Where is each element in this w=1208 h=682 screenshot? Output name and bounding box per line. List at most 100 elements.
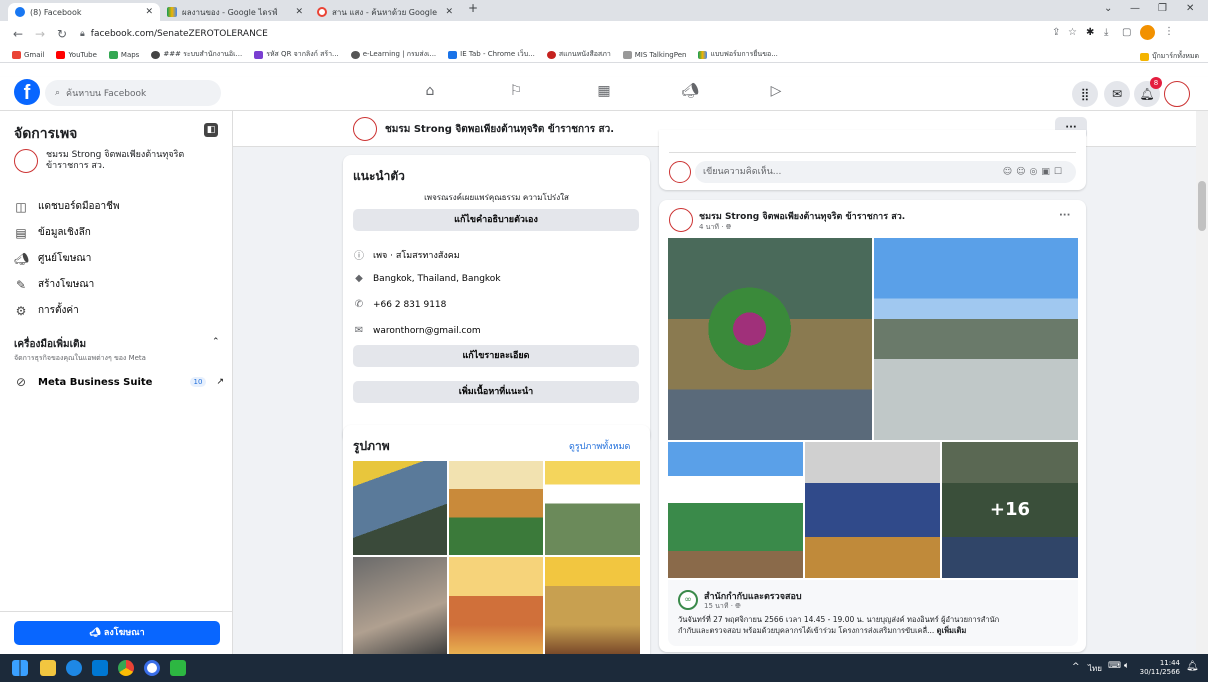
post-more-icon[interactable]: ···	[1059, 210, 1070, 221]
share-icon[interactable]: ⇪	[1052, 27, 1060, 38]
shared-author-avatar: ∞	[678, 590, 698, 610]
sidebar-item-insights[interactable]: ▤ ข้อมูลเชิงลึก	[14, 225, 91, 240]
maximize-icon[interactable]: ❐	[1158, 3, 1167, 14]
shared-time[interactable]: 15 นาที · 🌐︎	[704, 601, 741, 612]
tray-chevron-icon[interactable]: ^	[1072, 662, 1080, 672]
see-all-photos-link[interactable]: ดูรูปภาพทั้งหมด	[569, 439, 630, 453]
network-icon[interactable]: ⌨	[1108, 661, 1121, 671]
post-photo[interactable]	[805, 442, 940, 578]
url-bar[interactable]: 🔒︎ facebook.com/SenateZEROTOLERANCE	[80, 24, 1076, 43]
post-time[interactable]: 4 นาที · 🌐︎	[699, 222, 731, 233]
facebook-logo-icon[interactable]: f	[14, 79, 40, 105]
page-scrollbar[interactable]	[1196, 111, 1208, 654]
store-icon[interactable]	[92, 660, 108, 676]
pencil-icon: ✎	[15, 277, 27, 292]
bookmark-youtube[interactable]: YouTube	[56, 50, 97, 59]
clock[interactable]: 11:44 30/11/2566	[1138, 659, 1180, 677]
file-explorer-icon[interactable]	[40, 660, 56, 676]
all-bookmarks[interactable]: บุ๊กมาร์กทั้งหมด	[1140, 51, 1199, 62]
post-author-avatar[interactable]	[669, 208, 693, 232]
close-window-icon[interactable]: ✕	[1186, 3, 1194, 14]
volume-icon[interactable]: 🔈︎	[1124, 661, 1129, 671]
close-tab-icon[interactable]: ✕	[295, 7, 303, 17]
app-icon[interactable]	[144, 660, 160, 676]
flag-icon[interactable]: ⚐	[506, 83, 526, 103]
language-indicator[interactable]: ไทย	[1088, 662, 1102, 675]
menu-grid-icon[interactable]: ⣿	[1072, 81, 1098, 107]
bookmark-mis[interactable]: MIS TalkingPen	[622, 50, 686, 59]
meta-business-suite-link[interactable]: ⊘ Meta Business Suite 10 ↗	[14, 375, 224, 389]
post-photo[interactable]	[668, 442, 803, 578]
tab-search-icon[interactable]: ⌄	[1104, 3, 1112, 14]
close-tab-icon[interactable]: ✕	[445, 7, 453, 17]
tab-facebook[interactable]: (8) Facebook ✕	[8, 3, 160, 21]
video-icon[interactable]: ▷	[766, 83, 786, 103]
megaphone-icon[interactable]: 📣︎	[680, 83, 700, 103]
collapse-sidebar-icon[interactable]: ◧	[204, 123, 218, 137]
bookmark-office[interactable]: ### ระบบสำนักงานอิเ...	[151, 49, 242, 60]
account-avatar[interactable]	[1164, 81, 1190, 107]
download-icon[interactable]: ⤓	[1104, 27, 1108, 38]
bookmark-maps[interactable]: Maps	[108, 50, 139, 59]
forward-icon[interactable]: →	[32, 27, 48, 41]
facebook-search-input[interactable]: ⌕ ค้นหาบน Facebook	[45, 80, 221, 106]
bookmark-gmail[interactable]: Gmail	[12, 50, 44, 59]
line-icon[interactable]	[170, 660, 186, 676]
sidebar-item-ad-center[interactable]: 📣︎ ศูนย์โฆษณา	[14, 251, 91, 266]
post-author[interactable]: ชมรม Strong จิตพอเพียงต้านทุจริต ข้าราชก…	[699, 209, 905, 223]
globe-icon	[350, 50, 360, 59]
new-tab-icon[interactable]: +	[468, 1, 478, 15]
sidebar-divider	[0, 611, 233, 612]
notification-center-icon[interactable]: 🔔︎	[1186, 661, 1199, 672]
bookmark-ietab[interactable]: IE Tab - Chrome เว็บ...	[448, 49, 535, 60]
intro-card: แนะนำตัว เพจรณรงค์เผยแพร่คุณธรรม ความโปร…	[343, 155, 650, 443]
bookmark-form[interactable]: แบบฟอร์มการยื่นขอ...	[698, 49, 778, 60]
post-photo[interactable]	[874, 238, 1078, 440]
header-page-profile[interactable]: ชมรม Strong จิตพอเพียงต้านทุจริต ข้าราชก…	[353, 117, 614, 141]
photo-thumb[interactable]	[353, 557, 447, 654]
messenger-icon[interactable]: ✉︎	[1104, 81, 1130, 107]
gmail-icon	[12, 50, 21, 59]
bookmark-elearning[interactable]: e-Learning | กรมส่งเ...	[350, 49, 436, 60]
comment-input[interactable]: เขียนความคิดเห็น... ☺☺◎▣☐	[695, 161, 1076, 183]
tab-google-drive[interactable]: ผลงานของ - Google ไดรฟ์ ✕	[160, 3, 310, 21]
chrome-icon[interactable]	[118, 660, 134, 676]
photo-thumb[interactable]	[449, 461, 543, 555]
scrollbar-thumb[interactable]	[1198, 181, 1206, 231]
sidebar-item-settings[interactable]: ⚙︎ การตั้งค่า	[14, 303, 79, 318]
photo-thumb[interactable]	[449, 557, 543, 654]
extensions-icon[interactable]: ✱	[1086, 27, 1094, 38]
home-icon[interactable]: ⌂	[420, 83, 440, 103]
tab-google-search[interactable]: สาน แสง - ค้นหาด้วย Google ✕	[310, 3, 460, 21]
edit-bio-button[interactable]: แก้ไขคำอธิบายตัวเอง	[353, 209, 639, 231]
minimize-icon[interactable]: —	[1130, 3, 1140, 14]
see-more-link[interactable]: ดูเพิ่มเติม	[937, 626, 967, 635]
page-manage-sidebar: จัดการเพจ ◧ ชมรม Strong จิตพอเพียงต้านทุ…	[0, 111, 233, 654]
promote-button[interactable]: 📣︎ ลงโฆษณา	[14, 621, 220, 645]
edge-icon[interactable]	[66, 660, 82, 676]
sidebar-item-create-ad[interactable]: ✎ สร้างโฆษณา	[14, 277, 94, 292]
profile-avatar[interactable]	[1140, 25, 1155, 40]
photo-thumb[interactable]	[545, 461, 640, 555]
chrome-menu-icon[interactable]: ⋮	[1164, 26, 1174, 37]
photo-thumb[interactable]	[545, 557, 640, 654]
sidebar-page-profile[interactable]: ชมรม Strong จิตพอเพียงต้านทุจริต ข้าราชก…	[14, 149, 224, 173]
bookmark-scan[interactable]: สแกนหนังสือสภา	[546, 49, 611, 60]
windows-start-icon[interactable]	[12, 660, 28, 676]
edit-details-button[interactable]: แก้ไขรายละเอียด	[353, 345, 639, 367]
bookmark-star-icon[interactable]: ☆	[1068, 27, 1077, 38]
sidebar-item-dashboard[interactable]: ◫ แดชบอร์ดมืออาชีพ	[14, 199, 119, 214]
comment-tools-icon[interactable]: ☺☺◎▣☐	[1003, 161, 1066, 183]
photo-thumb[interactable]	[353, 461, 447, 555]
post-photo-more[interactable]: +16	[942, 442, 1078, 578]
insights-icon[interactable]: ▦	[594, 83, 614, 103]
bookmark-qr[interactable]: รหัส QR จากลิงก์ สร้า...	[254, 49, 339, 60]
reload-icon[interactable]: ↻	[54, 27, 70, 41]
add-featured-button[interactable]: เพิ่มเนื้อหาที่แนะนำ	[353, 381, 639, 403]
chevron-up-icon[interactable]: ⌃	[212, 337, 220, 347]
shared-post[interactable]: ∞ สำนักกำกับและตรวจสอบ 15 นาที · 🌐︎ วันจ…	[668, 580, 1078, 646]
close-tab-icon[interactable]: ✕	[145, 7, 153, 17]
post-photo[interactable]	[668, 238, 872, 440]
sidepanel-icon[interactable]: ▢	[1122, 27, 1131, 38]
back-icon[interactable]: ←	[10, 27, 26, 41]
